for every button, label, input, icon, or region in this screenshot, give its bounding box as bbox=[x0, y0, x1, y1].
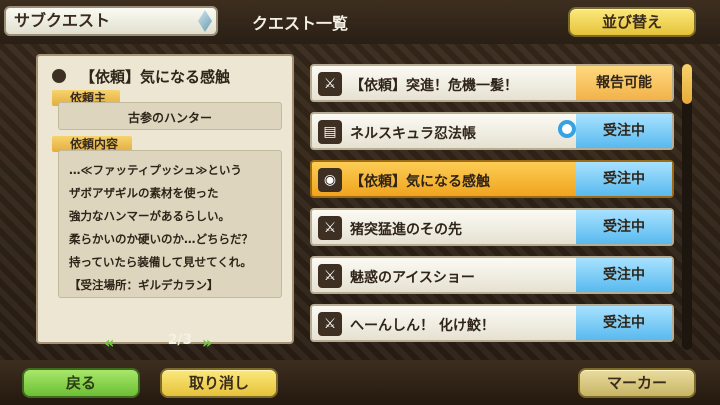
sword-icon: ⚔ bbox=[318, 216, 342, 240]
breadcrumb: サブクエスト bbox=[4, 6, 218, 36]
quest-list: ⚔ 【依頼】突進！危機一髪！ 報告可能 ▤ ネルスキュラ忍法帳 受注中 ◉ 【依… bbox=[310, 64, 674, 350]
status-badge: 報告可能 bbox=[576, 66, 672, 100]
chevron-right-icon[interactable]: » bbox=[202, 333, 220, 352]
quest-name: 【依頼】気になる感触 bbox=[350, 174, 490, 190]
quest-row[interactable]: ⚔ 猪突猛進のその先 受注中 bbox=[310, 208, 674, 246]
top-bar: サブクエスト クエスト一覧 並び替え bbox=[0, 0, 720, 44]
quest-name: ネルスキュラ忍法帳 bbox=[350, 126, 476, 142]
client-name: 古参のハンター bbox=[58, 102, 282, 130]
status-badge: 受注中 bbox=[576, 210, 672, 244]
description-line: 柔らかいのか硬いのか…どちらだ？ bbox=[69, 232, 253, 246]
pager: « 2/3 » bbox=[104, 330, 254, 354]
breadcrumb-label: サブクエスト bbox=[14, 11, 111, 30]
cancel-button[interactable]: 取り消し bbox=[160, 368, 278, 398]
detail-title-text: 【依頼】気になる感触 bbox=[80, 68, 231, 86]
back-button[interactable]: 戻る bbox=[22, 368, 140, 398]
item-icon bbox=[52, 69, 66, 83]
gem-icon bbox=[198, 10, 212, 32]
quest-name: 魅惑のアイスショー bbox=[350, 270, 475, 286]
sort-button[interactable]: 並び替え bbox=[568, 7, 696, 37]
description-box: …≪ファッティプッシュ≫という ザボアザギルの素材を使った 強力なハンマーがある… bbox=[58, 150, 282, 298]
description-line: ザボアザギルの素材を使った bbox=[69, 186, 219, 200]
description-line: …≪ファッティプッシュ≫という bbox=[69, 163, 242, 177]
detail-title: 【依頼】気になる感触 bbox=[52, 66, 282, 87]
quest-name: 猪突猛進のその先 bbox=[350, 222, 462, 238]
scroll-icon: ▤ bbox=[318, 120, 342, 144]
quest-row[interactable]: ▤ ネルスキュラ忍法帳 受注中 bbox=[310, 112, 674, 150]
quest-name: へーんしん！ 化け鮫！ bbox=[350, 318, 495, 334]
status-badge: 受注中 bbox=[576, 114, 672, 148]
scrollbar[interactable] bbox=[682, 64, 692, 350]
marker-button[interactable]: マーカー bbox=[578, 368, 696, 398]
item-icon: ◉ bbox=[318, 168, 342, 192]
sword-icon: ⚔ bbox=[318, 312, 342, 336]
quest-name: 【依頼】突進！危機一髪！ bbox=[350, 78, 518, 94]
scrollbar-thumb[interactable] bbox=[682, 64, 692, 104]
quest-row[interactable]: ⚔ 【依頼】突進！危機一髪！ 報告可能 bbox=[310, 64, 674, 102]
quest-detail-panel: 【依頼】気になる感触 依頼主 古参のハンター 依頼内容 …≪ファッティプッシュ≫… bbox=[36, 54, 294, 344]
quest-row-selected[interactable]: ◉ 【依頼】気になる感触 受注中 bbox=[310, 160, 674, 198]
chevron-left-icon[interactable]: « bbox=[104, 333, 122, 352]
map-pin-icon bbox=[558, 120, 576, 138]
description-line: 強力なハンマーがあるらしい。 bbox=[69, 209, 230, 223]
status-badge: 受注中 bbox=[576, 306, 672, 340]
sword-icon: ⚔ bbox=[318, 264, 342, 288]
page-indicator: 2/3 bbox=[167, 332, 193, 348]
page-title: クエスト一覧 bbox=[252, 14, 349, 33]
status-badge: 受注中 bbox=[576, 162, 672, 196]
description-line: 【受注場所：ギルデカラン】 bbox=[69, 278, 219, 292]
quest-row[interactable]: ⚔ 魅惑のアイスショー 受注中 bbox=[310, 256, 674, 294]
description-line: 持っていたら装備して見せてくれ。 bbox=[69, 255, 252, 269]
status-badge: 受注中 bbox=[576, 258, 672, 292]
sword-icon: ⚔ bbox=[318, 72, 342, 96]
quest-row[interactable]: ⚔ へーんしん！ 化け鮫！ 受注中 bbox=[310, 304, 674, 342]
